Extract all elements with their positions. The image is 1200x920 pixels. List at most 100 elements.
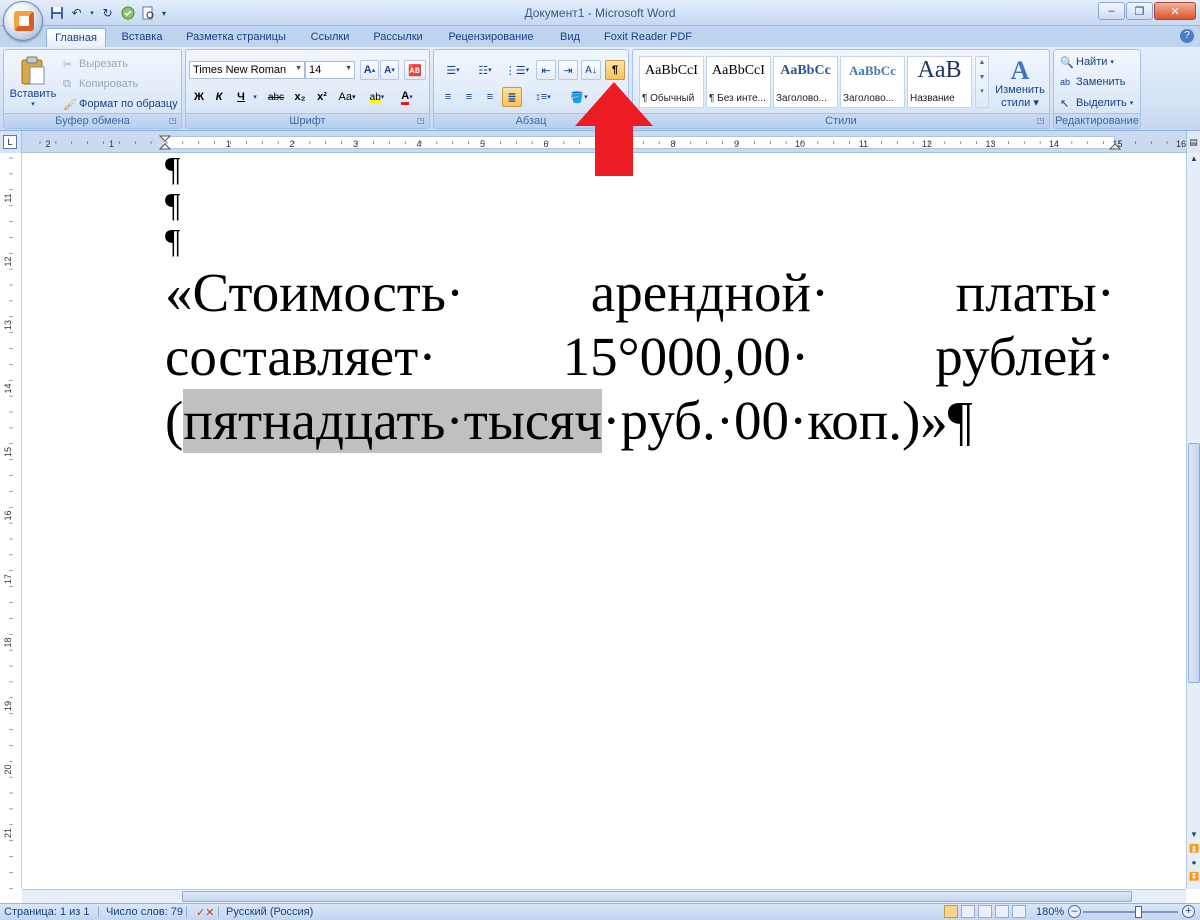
increase-indent-button[interactable]: ⇥ [558, 60, 578, 80]
show-formatting-marks-button[interactable]: ¶ [605, 60, 625, 80]
bullets-button[interactable]: ☰ ▾ [438, 60, 468, 80]
select-button[interactable]: ↖ Выделить ▾ [1057, 93, 1139, 113]
font-color-button[interactable]: A ▾ [394, 87, 420, 107]
horizontal-scroll-thumb[interactable] [182, 891, 1132, 902]
tab-mailings[interactable]: Рассылки [366, 28, 430, 47]
paste-button[interactable]: Вставить ▾ [6, 52, 60, 112]
highlight-button[interactable]: ab ▾ [364, 87, 390, 107]
web-layout-view-icon[interactable] [978, 905, 992, 918]
change-styles-icon: A [1010, 55, 1030, 85]
styles-gallery-scroll[interactable]: ▲ ▼ ▾ [975, 56, 989, 108]
tab-foxit-pdf[interactable]: Foxit Reader PDF [596, 28, 700, 47]
style-name: ¶ Без инте... [709, 93, 766, 104]
clipboard-launcher-icon[interactable]: ◳ [169, 116, 179, 126]
zoom-slider-track[interactable] [1083, 911, 1178, 913]
scroll-down-icon[interactable]: ▼ [1188, 829, 1200, 841]
style-no-spacing[interactable]: AaBbCcI ¶ Без инте... [706, 56, 771, 108]
find-button[interactable]: 🔍 Найти ▾ [1057, 52, 1139, 72]
chevron-down-icon[interactable]: ▼ [976, 74, 988, 81]
decrease-indent-button[interactable]: ⇤ [536, 60, 556, 80]
italic-button[interactable]: К [210, 87, 228, 107]
minimize-icon[interactable]: – [1098, 2, 1125, 20]
clear-formatting-button[interactable]: 🆎 [404, 60, 426, 80]
ruler-number: 10 [795, 139, 805, 149]
font-size-combo[interactable]: 14 ▼ [305, 61, 355, 79]
bold-button[interactable]: Ж [190, 87, 208, 107]
view-ruler-icon[interactable]: ▤ [1186, 131, 1200, 153]
zoom-out-icon[interactable]: – [1068, 905, 1081, 918]
align-right-button[interactable]: ≡ [480, 87, 500, 107]
numbering-button[interactable]: ☷ ▾ [470, 60, 500, 80]
text-tail: ·руб.·00·коп.)»¶ [602, 390, 973, 451]
shrink-font-button[interactable]: A ▾ [380, 60, 399, 80]
office-button[interactable] [3, 1, 43, 41]
tab-home[interactable]: Главная [46, 28, 106, 47]
style-heading-2[interactable]: AaBbCc Заголово... [840, 56, 905, 108]
vertical-scroll-thumb[interactable] [1188, 443, 1200, 683]
ruler-number: 12 [922, 139, 932, 149]
change-case-button[interactable]: Aa ▾ [334, 87, 360, 107]
cut-label: Вырезать [79, 58, 128, 70]
paste-label: Вставить [9, 88, 57, 100]
tab-view[interactable]: Вид [552, 28, 588, 47]
style-title[interactable]: AaB Название [907, 56, 972, 108]
style-heading-1[interactable]: AaBbCc Заголово... [773, 56, 838, 108]
align-center-button[interactable]: ≡ [459, 87, 479, 107]
superscript-button[interactable]: x² [312, 87, 332, 107]
format-painter-button[interactable]: 🖌 Формат по образцу [60, 94, 180, 114]
page-indicator[interactable]: Страница: 1 из 1 [4, 906, 90, 918]
outline-view-icon[interactable] [995, 905, 1009, 918]
bullets-icon: ☰ [446, 64, 457, 77]
subscript-button[interactable]: x₂ [290, 87, 310, 107]
full-screen-reading-view-icon[interactable] [961, 905, 975, 918]
language-indicator[interactable]: Русский (Россия) [226, 906, 313, 918]
proofing-icon[interactable]: ✓✕ [196, 906, 214, 919]
text-line-3: (пятнадцать·тысяч ·руб.·00·коп.)»¶ [165, 389, 1115, 453]
tab-selector[interactable]: L [0, 131, 22, 153]
document-area[interactable]: ¶ ¶ ¶ «Стоимость· арендной· платы· соста… [22, 153, 1186, 889]
next-page-icon[interactable]: ⏬ [1188, 871, 1200, 883]
restore-icon[interactable]: ❐ [1126, 2, 1153, 20]
browse-object-icon[interactable]: ● [1188, 857, 1200, 869]
line-spacing-button[interactable]: ↕≡ ▾ [527, 87, 559, 107]
underline-dropdown-icon[interactable]: ▾ [250, 87, 260, 107]
vertical-ruler[interactable]: 11 12 13 14 15 16 17 18 19 20 21 [0, 153, 22, 889]
font-name-combo[interactable]: Times New Roman ▼ [189, 61, 305, 79]
tab-page-layout[interactable]: Разметка страницы [178, 28, 294, 47]
more-icon[interactable]: ▾ [976, 87, 988, 95]
document-paragraph[interactable]: «Стоимость· арендной· платы· составляет·… [165, 261, 1115, 453]
multilevel-list-button[interactable]: ⋮☰ ▾ [502, 60, 532, 80]
open-paren: ( [165, 390, 184, 451]
tab-references[interactable]: Ссылки [300, 28, 360, 47]
justify-button[interactable]: ≣ [502, 87, 522, 107]
word-count[interactable]: Число слов: 79 [106, 906, 183, 918]
help-icon[interactable]: ? [1180, 29, 1194, 43]
draft-view-icon[interactable] [1012, 905, 1026, 918]
styles-launcher-icon[interactable]: ◳ [1037, 116, 1047, 126]
previous-page-icon[interactable]: ⏫ [1188, 843, 1200, 855]
word: арендной· [590, 262, 830, 323]
replace-button[interactable]: ab Заменить [1057, 72, 1139, 92]
zoom-slider-thumb[interactable] [1135, 906, 1142, 918]
zoom-level[interactable]: 180% [1036, 906, 1064, 918]
zoom-in-icon[interactable]: + [1182, 905, 1195, 918]
underline-button[interactable]: Ч [232, 87, 250, 107]
horizontal-scrollbar[interactable] [22, 889, 1186, 903]
print-layout-view-icon[interactable] [944, 905, 958, 918]
close-icon[interactable]: ✕ [1154, 2, 1196, 20]
copy-button[interactable]: ⧉ Копировать [60, 74, 180, 94]
chevron-up-icon[interactable]: ▲ [976, 59, 988, 66]
font-launcher-icon[interactable]: ◳ [417, 116, 427, 126]
vertical-scrollbar[interactable]: ▲ ▼ ⏫ ● ⏬ [1186, 153, 1200, 889]
align-left-button[interactable]: ≡ [438, 87, 458, 107]
sort-button[interactable]: A↓ [581, 60, 601, 80]
line-spacing-icon: ↕≡ [535, 91, 548, 103]
tab-insert[interactable]: Вставка [112, 28, 172, 47]
strikethrough-button[interactable]: abc [264, 87, 288, 107]
grow-font-button[interactable]: A ▴ [360, 60, 379, 80]
ruler-number: 14 [1049, 139, 1059, 149]
cut-button[interactable]: ✂ Вырезать [60, 54, 180, 74]
change-styles-button[interactable]: A Изменить стили ▾ [993, 54, 1047, 112]
scroll-up-icon[interactable]: ▲ [1188, 153, 1200, 165]
tab-review[interactable]: Рецензирование [436, 28, 546, 47]
